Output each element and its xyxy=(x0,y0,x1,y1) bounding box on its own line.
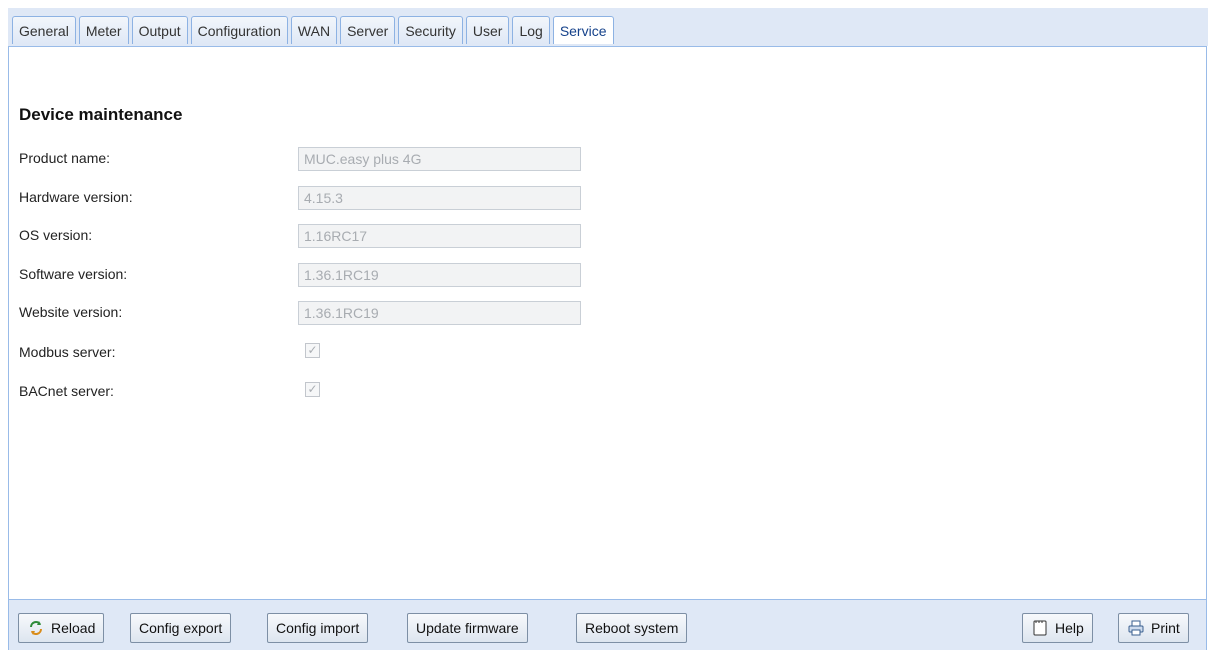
tab-label: Output xyxy=(138,22,181,39)
tab-label: Security xyxy=(405,22,456,39)
tab-general[interactable]: General xyxy=(12,16,76,44)
modbus-server-checkbox[interactable]: ✓ xyxy=(305,343,320,358)
help-document-icon xyxy=(1031,619,1049,637)
tab-list: General Meter Output Configuration WAN S… xyxy=(12,16,614,44)
tab-label: Log xyxy=(519,22,543,39)
service-panel: Device maintenance Product name: MUC.eas… xyxy=(8,46,1207,600)
tab-label: Configuration xyxy=(197,22,281,39)
tab-log[interactable]: Log xyxy=(512,16,550,44)
os-version-field[interactable]: 1.16RC17 xyxy=(298,224,581,248)
config-import-button[interactable]: Config import xyxy=(267,613,369,643)
update-firmware-label: Update firmware xyxy=(416,620,519,636)
tab-server[interactable]: Server xyxy=(340,16,396,44)
config-import-label: Config import xyxy=(276,620,360,636)
tab-user[interactable]: User xyxy=(465,16,510,44)
config-export-button[interactable]: Config export xyxy=(130,613,232,643)
update-firmware-button[interactable]: Update firmware xyxy=(407,613,528,643)
hardware-version-field[interactable]: 4.15.3 xyxy=(298,186,581,210)
bottom-toolbar: Reload Config export Config import Updat… xyxy=(8,600,1207,650)
tab-output[interactable]: Output xyxy=(131,16,188,44)
tab-label: Service xyxy=(559,22,607,39)
tab-label: Server xyxy=(347,22,389,39)
tab-security[interactable]: Security xyxy=(398,16,463,44)
reboot-system-label: Reboot system xyxy=(585,620,679,636)
help-label: Help xyxy=(1055,620,1084,636)
tab-wan[interactable]: WAN xyxy=(290,16,338,44)
product-name-label: Product name: xyxy=(19,150,111,166)
tab-configuration[interactable]: Configuration xyxy=(190,16,288,44)
config-export-label: Config export xyxy=(139,620,223,636)
help-button[interactable]: Help xyxy=(1022,613,1093,643)
tab-label: User xyxy=(472,22,503,39)
tab-bar: General Meter Output Configuration WAN S… xyxy=(8,8,1208,46)
bacnet-server-label: BACnet server: xyxy=(19,383,114,399)
product-name-field[interactable]: MUC.easy plus 4G xyxy=(298,147,581,171)
section-title: Device maintenance xyxy=(19,105,183,124)
tab-label: Meter xyxy=(85,22,122,39)
printer-icon xyxy=(1127,619,1145,637)
reload-button[interactable]: Reload xyxy=(18,613,105,643)
tab-label: WAN xyxy=(297,22,331,39)
software-version-label: Software version: xyxy=(19,266,128,282)
website-version-field[interactable]: 1.36.1RC19 xyxy=(298,301,581,325)
bacnet-server-checkbox[interactable]: ✓ xyxy=(305,382,320,397)
print-button[interactable]: Print xyxy=(1118,613,1189,643)
website-version-label: Website version: xyxy=(19,304,123,320)
reload-icon xyxy=(27,619,45,637)
hardware-version-label: Hardware version: xyxy=(19,189,133,205)
print-label: Print xyxy=(1151,620,1180,636)
reload-label: Reload xyxy=(51,620,96,636)
tab-meter[interactable]: Meter xyxy=(78,16,129,44)
os-version-label: OS version: xyxy=(19,227,93,243)
tab-service[interactable]: Service xyxy=(552,16,614,44)
tab-label: General xyxy=(19,22,69,39)
software-version-field[interactable]: 1.36.1RC19 xyxy=(298,263,581,287)
reboot-system-button[interactable]: Reboot system xyxy=(576,613,688,643)
modbus-server-label: Modbus server: xyxy=(19,344,116,360)
